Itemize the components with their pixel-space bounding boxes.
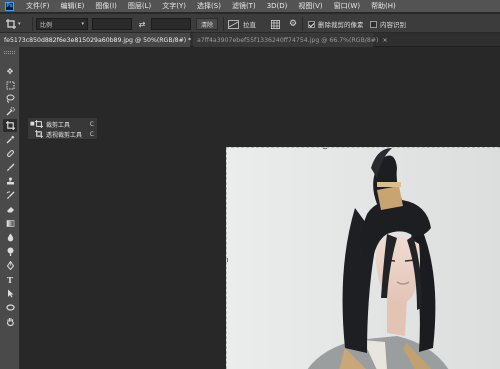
height-input[interactable]	[151, 18, 191, 30]
close-icon[interactable]: ×	[382, 37, 387, 44]
quick-select-tool-icon[interactable]	[3, 105, 17, 118]
width-input[interactable]	[92, 18, 132, 30]
path-select-tool-icon[interactable]	[3, 287, 17, 300]
crop-icon	[6, 19, 16, 29]
flyout-item-perspective-crop[interactable]: 透视裁剪工具 C	[30, 129, 97, 139]
shortcut-key: C	[89, 120, 94, 128]
flyout-item-label: 裁剪工具	[46, 121, 71, 129]
straighten-label: 拉直	[243, 21, 256, 29]
eyedropper-tool-icon[interactable]	[3, 133, 17, 146]
overlay-options-button[interactable]	[271, 19, 281, 29]
document-tab-bar: fe5173c850d882f6e3e815029a60b89.jpg @ 50…	[0, 33, 500, 47]
menu-window[interactable]: 窗口(W)	[334, 1, 360, 11]
tools-panel: ✥ T	[0, 47, 20, 369]
menu-layer[interactable]: 图层(L)	[128, 1, 151, 11]
menu-file[interactable]: 文件(F)	[26, 1, 50, 11]
grid-icon	[271, 19, 280, 29]
ratio-value: 比例	[40, 21, 53, 29]
menu-bar: Ps 文件(F) 编辑(E) 图像(I) 图层(L) 文字(Y) 选择(S) 滤…	[0, 0, 500, 12]
crop-handle-top[interactable]	[323, 148, 327, 149]
pen-tool-icon[interactable]	[3, 259, 17, 272]
menu-3d[interactable]: 3D(D)	[267, 2, 288, 10]
menu-type[interactable]: 文字(Y)	[162, 1, 186, 11]
divider	[302, 17, 303, 31]
brush-tool-icon[interactable]	[3, 161, 17, 174]
crop-tool-flyout-menu: ■ 裁剪工具 C 透视裁剪工具 C	[27, 117, 98, 140]
tab-title: fe5173c850d882f6e3e815029a60b89.jpg @ 50…	[4, 36, 192, 44]
blur-tool-icon[interactable]	[3, 231, 17, 244]
clear-button[interactable]: 清除	[196, 18, 218, 30]
eraser-tool-icon[interactable]	[3, 203, 17, 216]
document-tab-active[interactable]: fe5173c850d882f6e3e815029a60b89.jpg @ 50…	[0, 33, 200, 47]
history-brush-tool-icon[interactable]	[3, 189, 17, 202]
chevron-down-icon: ▾	[18, 21, 21, 27]
lasso-tool-icon[interactable]	[3, 92, 17, 105]
menu-image[interactable]: 图像(I)	[95, 1, 117, 11]
swap-icon[interactable]: ⇄	[137, 19, 147, 29]
flyout-item-crop[interactable]: ■ 裁剪工具 C	[30, 119, 97, 129]
document-tab-inactive[interactable]: a7ff4a3907ebef55f1336240ff74754.jpg @ 66…	[193, 33, 388, 47]
straighten-icon	[228, 19, 239, 29]
ratio-select[interactable]: 比例 ▾	[36, 18, 88, 30]
marquee-tool-icon[interactable]	[3, 79, 17, 92]
chevron-down-icon: ▾	[81, 21, 84, 27]
menu-help[interactable]: 帮助(H)	[371, 1, 396, 11]
options-bar: ▾ 比例 ▾ ⇄ 清除 拉直 ⚙ 删除裁剪的像素 内容识别	[0, 13, 500, 33]
perspective-crop-icon	[34, 130, 43, 138]
gradient-tool-icon[interactable]	[3, 217, 17, 230]
content-aware-label: 内容识别	[380, 21, 406, 29]
move-tool-icon[interactable]: ✥	[3, 65, 17, 78]
delete-cropped-checkbox[interactable]: 删除裁剪的像素	[308, 19, 364, 29]
healing-brush-tool-icon[interactable]	[3, 147, 17, 160]
content-aware-checkbox[interactable]: 内容识别	[370, 19, 406, 29]
clone-stamp-tool-icon[interactable]	[3, 175, 17, 188]
portrait-image	[227, 148, 500, 369]
menu-view[interactable]: 视图(V)	[298, 1, 322, 11]
tool-preset-picker[interactable]: ▾	[6, 18, 28, 30]
checkbox-unchecked-icon	[370, 20, 377, 28]
menu-select[interactable]: 选择(S)	[197, 1, 221, 11]
delete-cropped-label: 删除裁剪的像素	[318, 21, 364, 29]
tab-title: a7ff4a3907ebef55f1336240ff74754.jpg @ 66…	[197, 36, 379, 44]
photoshop-logo[interactable]: Ps	[5, 1, 14, 11]
document-canvas[interactable]	[226, 147, 500, 369]
shape-tool-icon[interactable]	[3, 301, 17, 314]
flyout-item-label: 透视裁剪工具	[46, 131, 83, 139]
crop-tool-icon[interactable]	[3, 119, 17, 132]
crop-handle-left[interactable]	[227, 258, 228, 262]
dodge-tool-icon[interactable]	[3, 245, 17, 258]
menu-edit[interactable]: 编辑(E)	[61, 1, 85, 11]
divider	[32, 17, 33, 31]
type-tool-icon[interactable]: T	[3, 273, 17, 286]
checkbox-checked-icon	[308, 20, 315, 28]
straighten-button[interactable]: 拉直	[228, 18, 268, 30]
shortcut-key: C	[89, 130, 94, 138]
divider	[223, 17, 224, 31]
settings-gear-icon[interactable]: ⚙	[288, 19, 298, 29]
crop-icon	[34, 120, 43, 128]
menu-filter[interactable]: 滤镜(T)	[232, 1, 256, 11]
panel-grip[interactable]	[4, 51, 15, 54]
hand-tool-icon[interactable]	[3, 315, 17, 328]
